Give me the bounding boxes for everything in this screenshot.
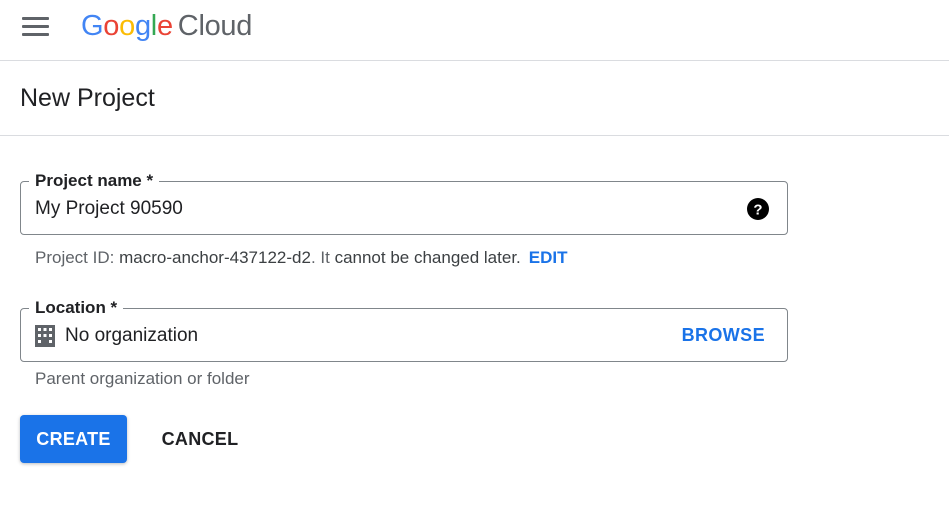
logo-letter-o1: o — [103, 10, 120, 42]
project-id-middle: . It — [310, 248, 335, 267]
logo-letter-o2: o — [119, 10, 135, 42]
cancel-button[interactable]: CANCEL — [148, 415, 252, 463]
logo-cloud-text: Cloud — [177, 10, 253, 42]
project-name-label: Project name * — [29, 171, 160, 191]
svg-text:?: ? — [753, 202, 762, 219]
page-header: New Project — [0, 61, 949, 136]
project-id-value: macro-anchor-437122-d2 — [119, 248, 311, 267]
help-circle-icon[interactable]: ? — [747, 198, 769, 220]
project-id-prefix: Project ID: — [35, 248, 120, 267]
project-id-hint: Project ID: macro-anchor-437122-d2. It c… — [35, 247, 568, 269]
location-value: No organization — [65, 325, 199, 346]
edit-project-id-button[interactable]: EDIT — [529, 248, 568, 267]
create-button[interactable]: CREATE — [20, 415, 127, 463]
logo-letter-g2: g — [134, 10, 151, 42]
location-hint: Parent organization or folder — [35, 369, 250, 388]
building-icon — [35, 325, 55, 347]
project-name-field[interactable]: Project name * My Project 90590 ? — [20, 171, 788, 235]
project-id-warning: cannot be changed later. — [334, 248, 521, 267]
google-cloud-logo[interactable]: Google Cloud — [81, 8, 252, 44]
browse-button[interactable]: BROWSE — [682, 323, 765, 347]
logo-letter-g: G — [81, 10, 104, 42]
project-name-input[interactable]: My Project 90590 — [35, 197, 183, 221]
location-label: Location * — [29, 298, 124, 318]
hamburger-menu-icon[interactable] — [16, 8, 54, 46]
top-app-bar: Google Cloud — [0, 0, 949, 61]
page-title: New Project — [20, 84, 155, 112]
location-field[interactable]: Location * No organization BROWSE — [20, 298, 788, 362]
logo-letter-e: e — [156, 10, 173, 42]
